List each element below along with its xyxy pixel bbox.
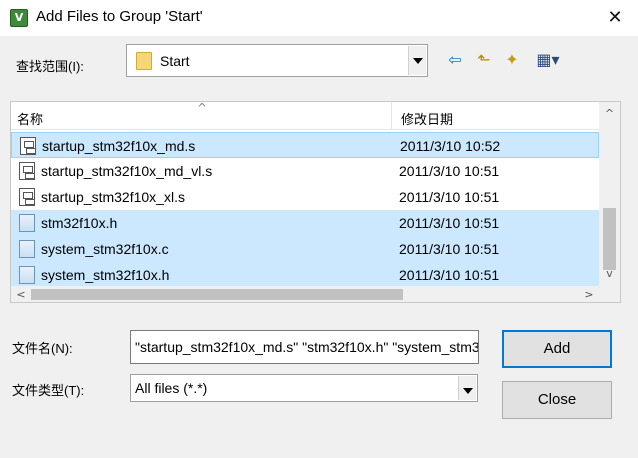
text-file-icon	[19, 240, 35, 258]
column-divider[interactable]	[391, 102, 392, 130]
list-header: 名称 ^ 修改日期	[11, 102, 599, 130]
asm-file-icon	[19, 188, 35, 206]
filename-label: 文件名(N):	[12, 341, 73, 356]
file-date: 2011/3/10 10:51	[399, 215, 500, 231]
file-date: 2011/3/10 10:51	[399, 241, 500, 257]
new-folder-icon[interactable]: ✦	[500, 48, 524, 72]
title-bar: V Add Files to Group 'Start' ✕	[0, 0, 638, 36]
window-title: Add Files to Group 'Start'	[36, 8, 203, 25]
close-button[interactable]: Close	[502, 381, 612, 419]
file-date: 2011/3/10 10:51	[399, 163, 500, 179]
file-name: stm32f10x.h	[41, 215, 118, 231]
keil-app-icon: V	[10, 9, 28, 27]
file-row[interactable]: startup_stm32f10x_xl.s 2011/3/10 10:51	[11, 184, 599, 210]
chevron-down-icon[interactable]	[408, 46, 426, 75]
file-name: system_stm32f10x.c	[41, 241, 169, 257]
lookin-label: 查找范围(I):	[16, 59, 84, 74]
folder-icon	[136, 52, 152, 70]
sort-ascending-icon: ^	[197, 101, 208, 115]
file-date: 2011/3/10 10:51	[399, 267, 500, 283]
filename-value: "startup_stm32f10x_md.s" "stm32f10x.h" "…	[135, 339, 479, 355]
scroll-right-icon[interactable]: >	[579, 286, 599, 302]
filename-input[interactable]: "startup_stm32f10x_md.s" "stm32f10x.h" "…	[130, 330, 479, 364]
column-header-date[interactable]: 修改日期	[401, 109, 453, 128]
file-list[interactable]: 名称 ^ 修改日期 startup_stm32f10x_md.s 2011/3/…	[10, 101, 621, 303]
asm-file-icon	[20, 137, 36, 155]
scrollbar-corner	[599, 286, 620, 302]
view-menu-icon[interactable]: ▦▾	[528, 48, 568, 72]
file-row[interactable]: stm32f10x.h 2011/3/10 10:51	[11, 210, 599, 236]
file-date: 2011/3/10 10:52	[400, 138, 501, 154]
asm-file-icon	[19, 162, 35, 180]
lookin-dropdown[interactable]: Start	[126, 44, 428, 77]
lookin-value: Start	[160, 53, 190, 69]
file-row[interactable]: system_stm32f10x.c 2011/3/10 10:51	[11, 236, 599, 262]
scroll-left-icon[interactable]: <	[11, 286, 31, 302]
file-date: 2011/3/10 10:51	[399, 189, 500, 205]
file-row[interactable]: system_stm32f10x.h 2011/3/10 10:51	[11, 262, 599, 288]
vertical-scrollbar[interactable]: ^ v	[599, 102, 620, 286]
file-name: system_stm32f10x.h	[41, 267, 170, 283]
up-folder-icon[interactable]: ⬑	[472, 48, 496, 72]
column-header-name[interactable]: 名称	[17, 109, 43, 128]
file-name: startup_stm32f10x_md_vl.s	[41, 163, 213, 179]
text-file-icon	[19, 266, 35, 284]
scroll-up-icon[interactable]: ^	[599, 102, 620, 126]
filetype-value: All files (*.*)	[135, 380, 208, 396]
add-button[interactable]: Add	[502, 330, 612, 368]
text-file-icon	[19, 214, 35, 232]
horizontal-scroll-thumb[interactable]	[31, 289, 403, 300]
horizontal-scrollbar[interactable]: < >	[11, 286, 599, 302]
file-name: startup_stm32f10x_xl.s	[41, 189, 185, 205]
back-arrow-icon[interactable]: ⇦	[444, 48, 466, 72]
close-window-button[interactable]: ✕	[592, 0, 638, 36]
chevron-down-icon[interactable]	[458, 376, 476, 400]
file-row[interactable]: startup_stm32f10x_md.s 2011/3/10 10:52	[11, 132, 599, 158]
filetype-label: 文件类型(T):	[12, 383, 85, 398]
file-name: startup_stm32f10x_md.s	[42, 138, 196, 154]
scroll-down-icon[interactable]: v	[599, 262, 620, 286]
filetype-dropdown[interactable]: All files (*.*)	[130, 374, 478, 402]
vertical-scroll-thumb[interactable]	[603, 208, 616, 270]
file-row[interactable]: startup_stm32f10x_md_vl.s 2011/3/10 10:5…	[11, 158, 599, 184]
